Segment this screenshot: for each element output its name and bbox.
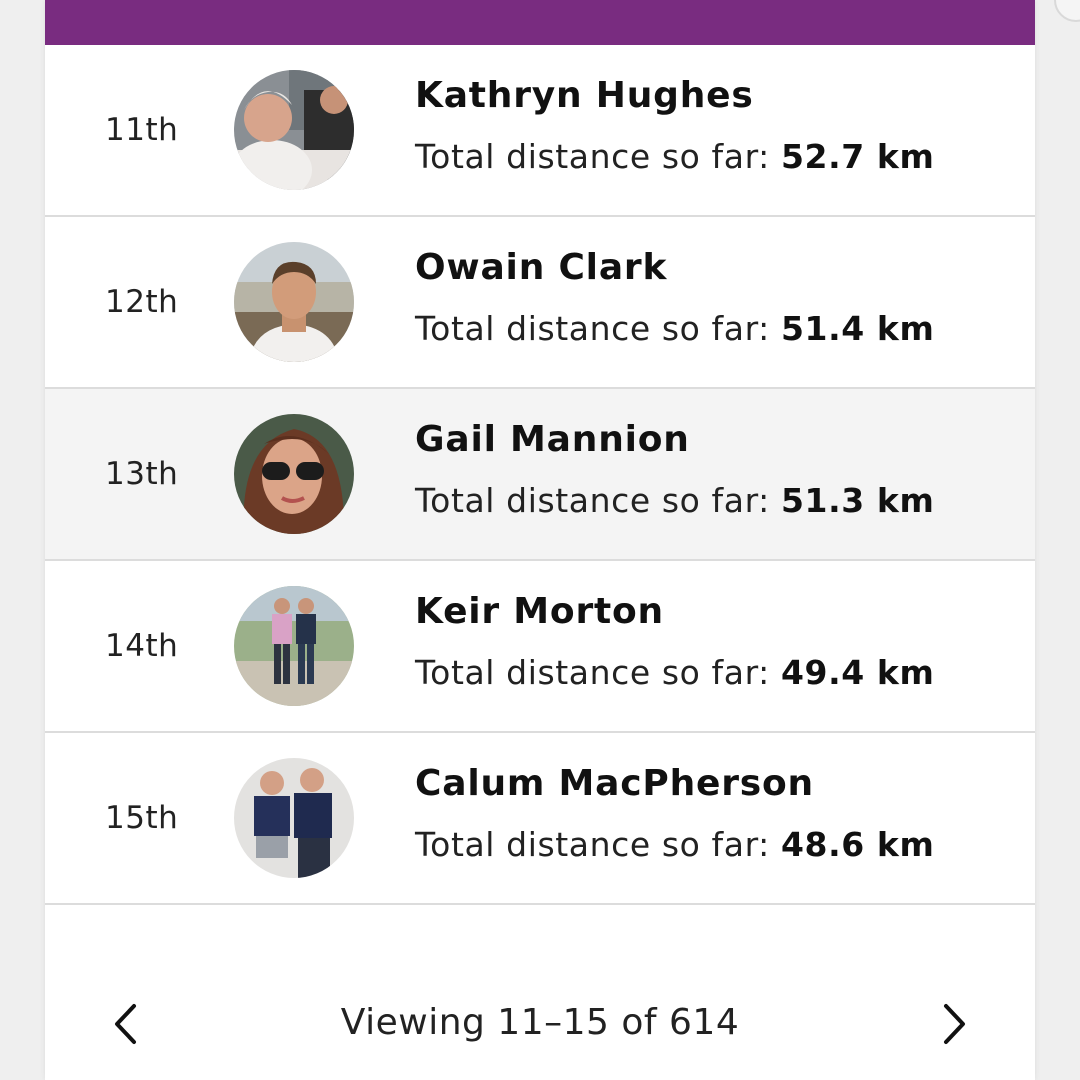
- page: 11th Kathryn Hughes Total distance so fa: [0, 0, 1080, 1080]
- rank-label: 12th: [105, 284, 179, 320]
- pagination: Viewing 11–15 of 614: [45, 975, 1035, 1075]
- leaderboard-row[interactable]: 13th Gail Mannion Total distance so far:…: [45, 389, 1035, 561]
- participant-name: Kathryn Hughes: [415, 75, 754, 116]
- rank-label: 14th: [105, 628, 179, 664]
- distance-label: Total distance so far:: [415, 309, 770, 348]
- rank-label: 11th: [105, 112, 179, 148]
- participant-name: Owain Clark: [415, 247, 668, 288]
- leaderboard-row[interactable]: 15th Calum MacPherson Total distance so: [45, 733, 1035, 905]
- chevron-right-icon: [944, 1004, 965, 1044]
- distance-value: 49.4 km: [781, 653, 935, 692]
- distance-value: 51.3 km: [781, 481, 935, 520]
- participant-name: Gail Mannion: [415, 419, 690, 460]
- leaderboard-row[interactable]: 12th Owain Clark Total distance so far: …: [45, 217, 1035, 389]
- avatar: [234, 414, 354, 534]
- distance-line: Total distance so far: 51.4 km: [415, 309, 934, 348]
- distance-line: Total distance so far: 52.7 km: [415, 137, 934, 176]
- avatar: [234, 586, 354, 706]
- distance-value: 52.7 km: [781, 137, 935, 176]
- leaderboard-row[interactable]: 11th Kathryn Hughes Total distance so fa: [45, 45, 1035, 217]
- next-page-button[interactable]: [929, 1000, 977, 1048]
- distance-line: Total distance so far: 49.4 km: [415, 653, 934, 692]
- rank-label: 13th: [105, 456, 179, 492]
- distance-label: Total distance so far:: [415, 137, 770, 176]
- header-bar: [45, 0, 1035, 45]
- avatar: [234, 758, 354, 878]
- corner-control: [1054, 0, 1080, 22]
- leaderboard-list: 11th Kathryn Hughes Total distance so fa: [45, 45, 1035, 905]
- avatar: [234, 70, 354, 190]
- distance-label: Total distance so far:: [415, 653, 770, 692]
- leaderboard-row[interactable]: 14th Keir Morton Total distance so far: …: [45, 561, 1035, 733]
- participant-name: Calum MacPherson: [415, 763, 814, 804]
- rank-label: 15th: [105, 800, 179, 836]
- avatar: [234, 242, 354, 362]
- leaderboard-panel: 11th Kathryn Hughes Total distance so fa: [45, 0, 1035, 1080]
- distance-label: Total distance so far:: [415, 481, 770, 520]
- distance-label: Total distance so far:: [415, 825, 770, 864]
- distance-line: Total distance so far: 48.6 km: [415, 825, 934, 864]
- pagination-status: Viewing 11–15 of 614: [340, 1002, 740, 1043]
- distance-value: 48.6 km: [781, 825, 935, 864]
- distance-value: 51.4 km: [781, 309, 935, 348]
- distance-line: Total distance so far: 51.3 km: [415, 481, 934, 520]
- participant-name: Keir Morton: [415, 591, 664, 632]
